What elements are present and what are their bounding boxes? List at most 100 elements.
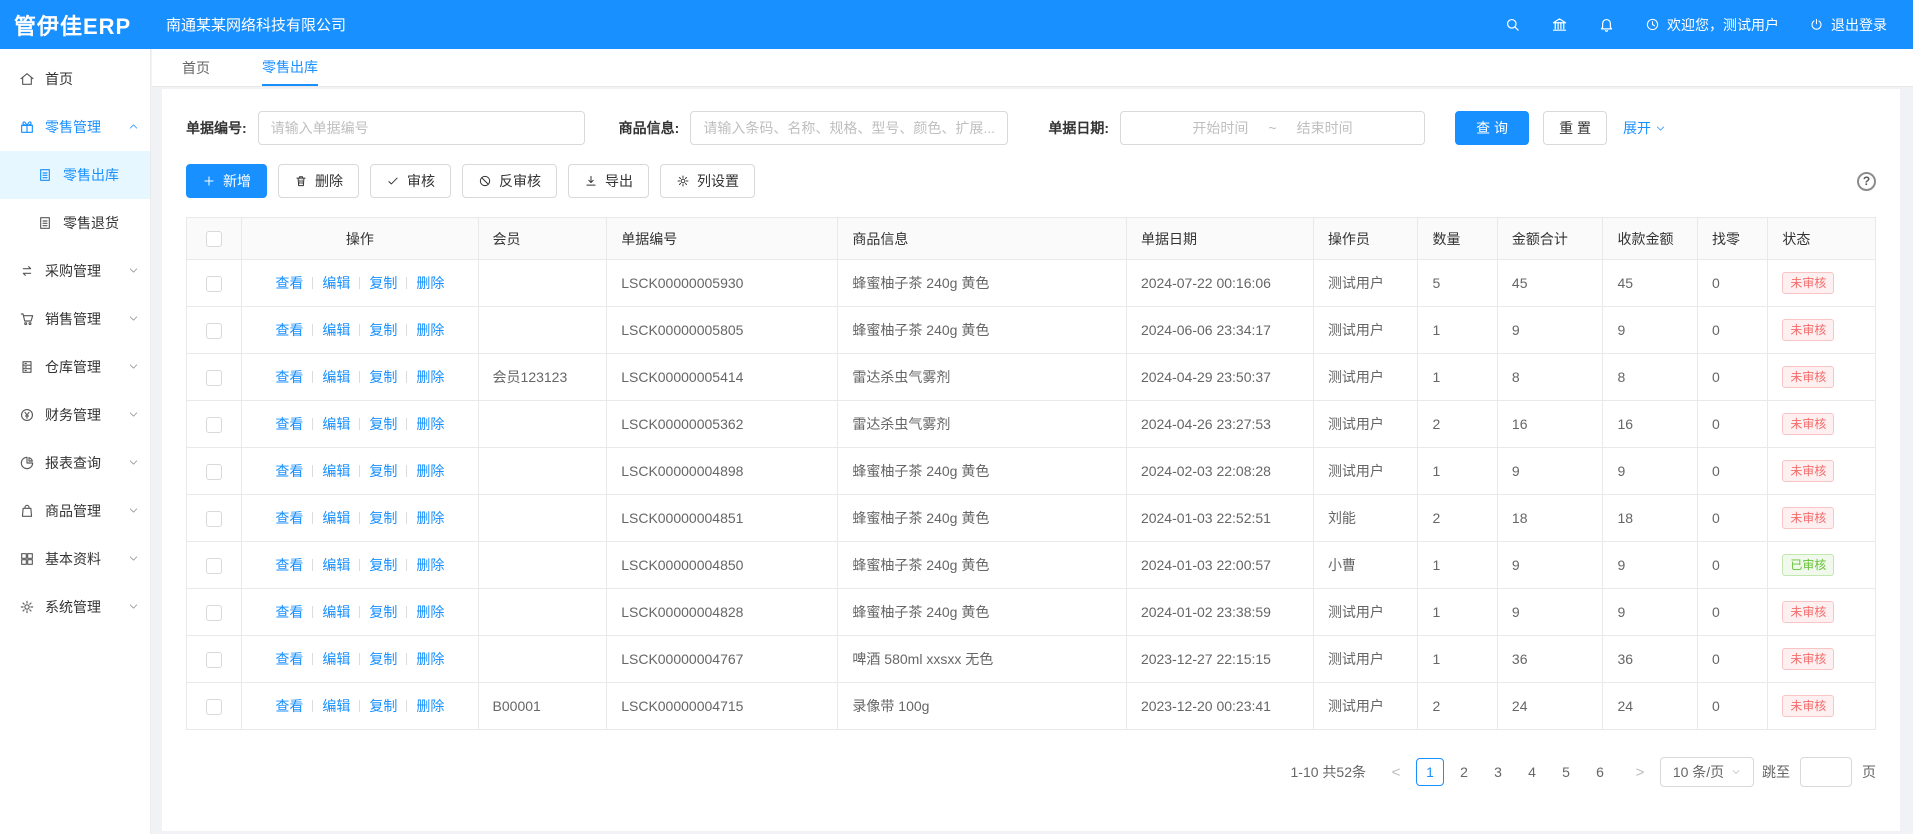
- product-info-input[interactable]: [690, 111, 1008, 145]
- help-icon[interactable]: ?: [1857, 172, 1876, 191]
- action-view-link[interactable]: 查看: [275, 557, 303, 573]
- unaudit-label: 反审核: [499, 171, 541, 191]
- total-cell: 9: [1497, 589, 1603, 636]
- next-page-button[interactable]: >: [1628, 764, 1652, 781]
- sidebar-item-purchase[interactable]: 采购管理: [0, 247, 150, 295]
- tab-home[interactable]: 首页: [182, 49, 210, 86]
- tab-retail-outbound[interactable]: 零售出库: [262, 49, 318, 86]
- action-delete-link[interactable]: 删除: [416, 322, 444, 338]
- sidebar-item-finance[interactable]: 财务管理: [0, 391, 150, 439]
- expand-link[interactable]: 展开: [1623, 118, 1666, 138]
- page-button-6[interactable]: 6: [1586, 759, 1614, 787]
- action-edit-link[interactable]: 编辑: [322, 604, 350, 620]
- page-button-4[interactable]: 4: [1518, 759, 1546, 787]
- action-copy-link[interactable]: 复制: [369, 604, 397, 620]
- app-logo[interactable]: 管伊佳ERP: [14, 9, 152, 41]
- doc-no-input[interactable]: [258, 111, 585, 145]
- reset-button[interactable]: 重 置: [1543, 111, 1607, 145]
- row-checkbox[interactable]: [206, 417, 222, 433]
- action-edit-link[interactable]: 编辑: [322, 369, 350, 385]
- action-delete-link[interactable]: 删除: [416, 416, 444, 432]
- page-button-3[interactable]: 3: [1484, 759, 1512, 787]
- column-header-4: 单据日期: [1126, 218, 1313, 260]
- sidebar-item-basic[interactable]: 基本资料: [0, 535, 150, 583]
- row-checkbox[interactable]: [206, 323, 222, 339]
- export-button[interactable]: 导出: [568, 164, 649, 198]
- sidebar-item-retail-outbound[interactable]: 零售出库: [0, 151, 150, 199]
- row-checkbox[interactable]: [206, 699, 222, 715]
- logout-button[interactable]: 退出登录: [1809, 15, 1887, 35]
- add-button[interactable]: 新增: [186, 164, 267, 198]
- prev-page-button[interactable]: <: [1384, 764, 1408, 781]
- action-edit-link[interactable]: 编辑: [322, 557, 350, 573]
- audit-button[interactable]: 审核: [370, 164, 451, 198]
- action-delete-link[interactable]: 删除: [416, 510, 444, 526]
- received-cell: 18: [1603, 495, 1698, 542]
- action-view-link[interactable]: 查看: [275, 275, 303, 291]
- delete-button[interactable]: 删除: [278, 164, 359, 198]
- sidebar-item-retail-return[interactable]: 零售退货: [0, 199, 150, 247]
- action-delete-link[interactable]: 删除: [416, 698, 444, 714]
- sidebar-item-sales[interactable]: 销售管理: [0, 295, 150, 343]
- action-edit-link[interactable]: 编辑: [322, 416, 350, 432]
- search-button[interactable]: 查 询: [1455, 111, 1529, 145]
- column-settings-button[interactable]: 列设置: [660, 164, 755, 198]
- action-delete-link[interactable]: 删除: [416, 557, 444, 573]
- action-copy-link[interactable]: 复制: [369, 651, 397, 667]
- action-copy-link[interactable]: 复制: [369, 557, 397, 573]
- sidebar-item-system[interactable]: 系统管理: [0, 583, 150, 631]
- action-view-link[interactable]: 查看: [275, 651, 303, 667]
- row-checkbox[interactable]: [206, 464, 222, 480]
- column-header-5: 操作员: [1313, 218, 1418, 260]
- action-view-link[interactable]: 查看: [275, 416, 303, 432]
- bell-icon[interactable]: [1598, 16, 1615, 33]
- action-delete-link[interactable]: 删除: [416, 369, 444, 385]
- sidebar-item-retail[interactable]: 零售管理: [0, 103, 150, 151]
- row-checkbox[interactable]: [206, 605, 222, 621]
- action-edit-link[interactable]: 编辑: [322, 322, 350, 338]
- unaudit-button[interactable]: 反审核: [462, 164, 557, 198]
- sidebar-item-report[interactable]: 报表查询: [0, 439, 150, 487]
- action-view-link[interactable]: 查看: [275, 369, 303, 385]
- row-checkbox[interactable]: [206, 652, 222, 668]
- action-view-link[interactable]: 查看: [275, 698, 303, 714]
- action-delete-link[interactable]: 删除: [416, 275, 444, 291]
- row-checkbox[interactable]: [206, 370, 222, 386]
- bank-icon[interactable]: [1551, 16, 1568, 33]
- action-copy-link[interactable]: 复制: [369, 322, 397, 338]
- action-copy-link[interactable]: 复制: [369, 463, 397, 479]
- page-button-2[interactable]: 2: [1450, 759, 1478, 787]
- action-copy-link[interactable]: 复制: [369, 275, 397, 291]
- select-all-checkbox[interactable]: [206, 231, 222, 247]
- action-view-link[interactable]: 查看: [275, 322, 303, 338]
- action-edit-link[interactable]: 编辑: [322, 463, 350, 479]
- row-checkbox[interactable]: [206, 276, 222, 292]
- sidebar-item-product[interactable]: 商品管理: [0, 487, 150, 535]
- action-view-link[interactable]: 查看: [275, 604, 303, 620]
- row-checkbox[interactable]: [206, 558, 222, 574]
- action-edit-link[interactable]: 编辑: [322, 698, 350, 714]
- date-range-input[interactable]: 开始时间 ~ 结束时间: [1120, 111, 1425, 145]
- action-copy-link[interactable]: 复制: [369, 369, 397, 385]
- welcome-user[interactable]: 欢迎您，测试用户: [1645, 15, 1779, 35]
- action-copy-link[interactable]: 复制: [369, 416, 397, 432]
- action-delete-link[interactable]: 删除: [416, 651, 444, 667]
- action-copy-link[interactable]: 复制: [369, 510, 397, 526]
- sidebar-item-home[interactable]: 首页: [0, 55, 150, 103]
- action-edit-link[interactable]: 编辑: [322, 651, 350, 667]
- action-view-link[interactable]: 查看: [275, 510, 303, 526]
- action-edit-link[interactable]: 编辑: [322, 510, 350, 526]
- search-icon[interactable]: [1504, 16, 1521, 33]
- sidebar-item-label: 仓库管理: [45, 357, 101, 377]
- action-delete-link[interactable]: 删除: [416, 463, 444, 479]
- jump-page-input[interactable]: [1800, 757, 1852, 787]
- page-button-1[interactable]: 1: [1416, 758, 1444, 786]
- action-copy-link[interactable]: 复制: [369, 698, 397, 714]
- row-checkbox[interactable]: [206, 511, 222, 527]
- action-delete-link[interactable]: 删除: [416, 604, 444, 620]
- action-view-link[interactable]: 查看: [275, 463, 303, 479]
- page-button-5[interactable]: 5: [1552, 759, 1580, 787]
- page-size-select[interactable]: 10 条/页: [1660, 757, 1754, 787]
- sidebar-item-warehouse[interactable]: 仓库管理: [0, 343, 150, 391]
- action-edit-link[interactable]: 编辑: [322, 275, 350, 291]
